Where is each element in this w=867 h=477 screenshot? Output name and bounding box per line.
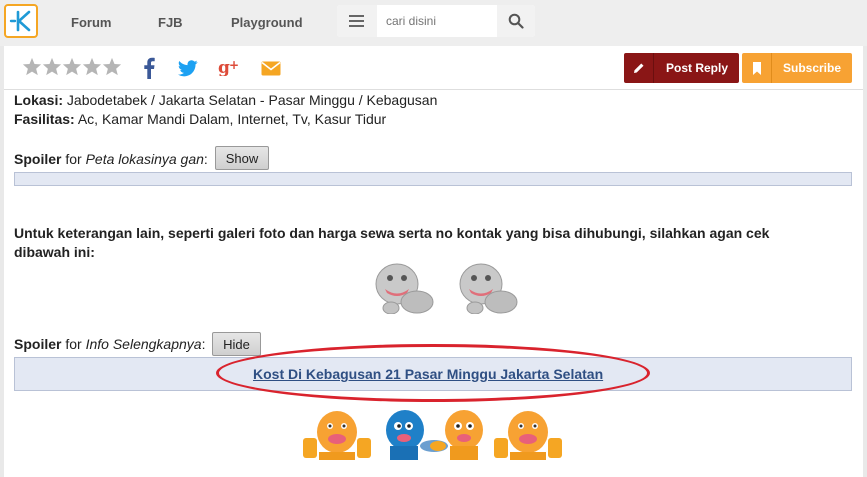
search-button[interactable] — [497, 5, 535, 37]
post-reply-label: Post Reply — [666, 61, 729, 75]
post-toolbar: g + Post Reply Subscribe — [4, 46, 863, 90]
fasilitas-value: Ac, Kamar Mandi Dalam, Internet, Tv, Kas… — [77, 111, 387, 127]
spoiler-peta-content — [14, 172, 852, 186]
bookmark-icon — [753, 62, 761, 75]
spoiler-peta-header: Spoiler for Peta lokasinya gan: — [14, 151, 208, 167]
search-bar — [337, 5, 535, 37]
lokasi-value: Jabodetabek / Jakarta Selatan - Pasar Mi… — [66, 92, 438, 108]
kost-link[interactable]: Kost Di Kebagusan 21 Pasar Minggu Jakart… — [253, 366, 603, 382]
subscribe-label: Subscribe — [783, 61, 842, 75]
spoiler-title: Info Selengkapnya — [85, 336, 202, 352]
hamburger-icon — [349, 15, 364, 17]
post-reply-button[interactable]: Post Reply — [624, 53, 739, 83]
star-icon[interactable] — [102, 57, 122, 76]
google-plus-icon[interactable]: g + — [218, 58, 242, 76]
orange-thumbs-emoticon-icon — [494, 411, 562, 460]
gray-emoticon-icon — [459, 263, 518, 314]
kaskus-logo-icon — [9, 10, 31, 32]
rating-stars[interactable] — [22, 57, 122, 81]
spoiler-hide-button[interactable]: Hide — [212, 332, 261, 356]
lokasi-line: Lokasi: Jabodetabek / Jakarta Selatan - … — [14, 92, 437, 108]
twitter-icon[interactable] — [178, 60, 198, 77]
top-navbar: Forum FJB Playground — [0, 0, 867, 46]
pencil-icon — [634, 63, 644, 73]
svg-text:+: + — [229, 58, 239, 72]
spoiler-title: Peta lokasinya gan — [85, 151, 204, 167]
star-icon[interactable] — [22, 57, 42, 76]
nav-playground[interactable]: Playground — [231, 15, 303, 30]
facebook-icon[interactable] — [143, 57, 155, 79]
search-input[interactable] — [377, 5, 495, 37]
star-icon[interactable] — [42, 57, 62, 76]
info-paragraph: Untuk keterangan lain, seperti galeri fo… — [14, 225, 770, 260]
fasilitas-label: Fasilitas: — [14, 111, 75, 127]
nav-forum[interactable]: Forum — [71, 15, 111, 30]
star-icon[interactable] — [82, 57, 102, 76]
search-icon — [508, 13, 524, 29]
orange-thumbs-emoticon-icon — [303, 411, 371, 460]
fasilitas-line: Fasilitas: Ac, Kamar Mandi Dalam, Intern… — [14, 111, 386, 127]
lokasi-label: Lokasi: — [14, 92, 64, 108]
post-card: g + Post Reply Subscribe Lokasi: Jabodet… — [4, 46, 863, 477]
subscribe-button[interactable]: Subscribe — [742, 53, 852, 83]
handshake-emoticon-icon — [386, 410, 483, 460]
email-icon[interactable] — [261, 61, 281, 76]
spoiler-info-header: Spoiler for Info Selengkapnya: — [14, 336, 206, 352]
kaskus-logo[interactable] — [4, 4, 38, 38]
spoiler-show-button[interactable]: Show — [215, 146, 269, 170]
nav-fjb[interactable]: FJB — [158, 15, 183, 30]
menu-button[interactable] — [337, 5, 377, 37]
gray-emoticon-icon — [375, 263, 434, 314]
star-icon[interactable] — [62, 57, 82, 76]
